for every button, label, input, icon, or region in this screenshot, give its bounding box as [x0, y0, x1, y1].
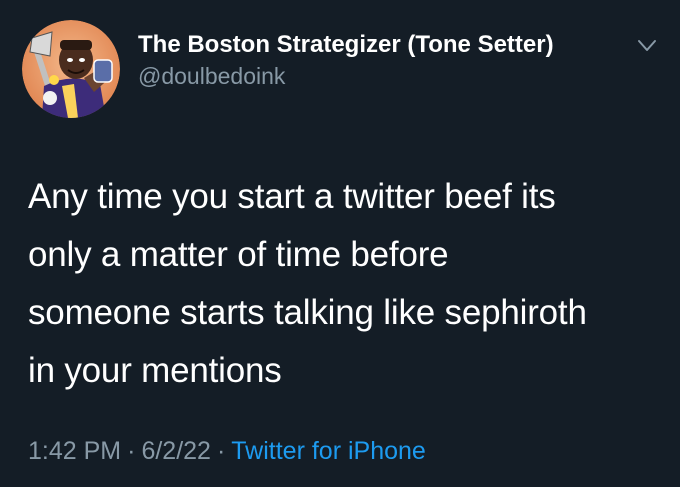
- avatar-illustration: [22, 20, 120, 118]
- tweet-line: in your mentions: [28, 351, 282, 390]
- tweet-source-link[interactable]: Twitter for iPhone: [231, 437, 426, 465]
- tweet-body: Any time you start a twitter beef its on…: [28, 168, 668, 400]
- avatar[interactable]: [22, 20, 120, 118]
- chevron-down-icon[interactable]: [637, 38, 657, 54]
- tweet-card: The Boston Strategizer (Tone Setter) @do…: [0, 0, 680, 487]
- meta-separator: ·: [216, 437, 226, 465]
- user-handle[interactable]: @doulbedoink: [138, 60, 660, 92]
- tweet-time[interactable]: 1:42 PM: [28, 437, 121, 465]
- tweet-line: someone starts talking like sephiroth: [28, 293, 587, 332]
- tweet-date[interactable]: 6/2/22: [141, 437, 211, 465]
- meta-separator: ·: [127, 437, 136, 465]
- tweet-line: only a matter of time before: [28, 235, 449, 274]
- user-info: The Boston Strategizer (Tone Setter) @do…: [138, 30, 660, 92]
- display-name[interactable]: The Boston Strategizer (Tone Setter): [138, 30, 660, 60]
- tweet-line: Any time you start a twitter beef its: [28, 177, 556, 216]
- tweet-meta: 1:42 PM · 6/2/22 · Twitter for iPhone: [28, 432, 426, 470]
